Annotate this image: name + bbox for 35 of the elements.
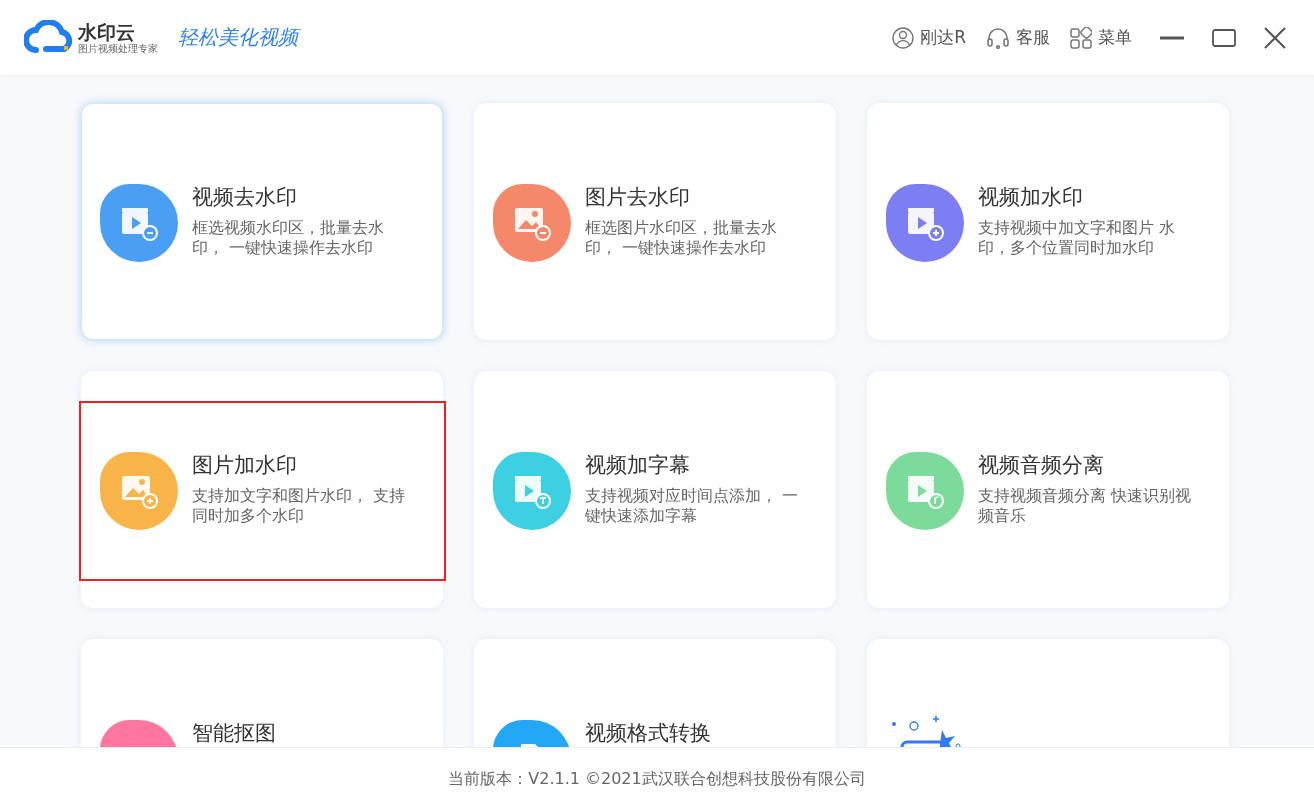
menu-button[interactable]: 菜单: [1070, 26, 1132, 49]
maximize-icon[interactable]: [1212, 28, 1236, 47]
user-account[interactable]: 刚达R: [892, 26, 966, 49]
feature-card[interactable]: 图片去水印 框选图片水印区，批量去水印， 一键快速操作去水印: [474, 103, 836, 340]
feature-card[interactable]: 视频加字幕 支持视频对应时间点添加， 一键快速添加字幕: [474, 371, 836, 608]
card-title: 视频加水印: [978, 184, 1084, 210]
card-description: 支持视频音频分离 快速识别视频音乐: [978, 486, 1193, 526]
close-icon[interactable]: [1264, 26, 1286, 49]
feature-card[interactable]: 图片加水印 支持加文字和图片水印， 支持同时加多个水印: [81, 371, 443, 608]
brand-subtitle: 图片视频处理专家: [78, 42, 158, 55]
card-description: 支持视频对应时间点添加， 一键快速添加字幕: [585, 486, 800, 526]
card-title: 视频去水印: [192, 184, 298, 210]
feature-card[interactable]: 视频音频分离 支持视频音频分离 快速识别视频音乐: [867, 371, 1229, 608]
card-title: 图片加水印: [192, 452, 298, 478]
card-title: 视频格式转换: [585, 720, 712, 746]
card-title: 视频音频分离: [978, 452, 1105, 478]
card-title: 智能抠图: [192, 720, 277, 746]
card-description: 支持加文字和图片水印， 支持同时加多个水印: [192, 486, 407, 526]
card-description: 框选视频水印区，批量去水印， 一键快速操作去水印: [192, 218, 385, 258]
cloud-logo-icon: [24, 19, 72, 56]
menu-icon: [1070, 26, 1092, 49]
version-text: 当前版本：V2.1.1 ©2021武汉联合创想科技股份有限公司: [448, 768, 866, 790]
card-description: 支持视频中加文字和图片 水印，多个位置同时加水印: [978, 218, 1177, 258]
brand-name: 水印云: [78, 20, 136, 43]
feature-card[interactable]: 视频格式转换: [474, 639, 836, 747]
support-button[interactable]: 客服: [986, 26, 1050, 49]
feature-card[interactable]: 智能抠图: [81, 639, 443, 747]
card-title: 视频加字幕: [585, 452, 691, 478]
headset-icon: [986, 26, 1010, 49]
feature-card[interactable]: 视频加水印 支持视频中加文字和图片 水印，多个位置同时加水印: [867, 103, 1229, 340]
card-title: 图片去水印: [585, 184, 691, 210]
minimize-icon[interactable]: [1160, 35, 1184, 40]
card-description: 框选图片水印区，批量去水印， 一键快速操作去水印: [585, 218, 778, 258]
user-icon: [892, 26, 915, 49]
feature-card[interactable]: 视频去水印 框选视频水印区，批量去水印， 一键快速操作去水印: [81, 103, 443, 340]
